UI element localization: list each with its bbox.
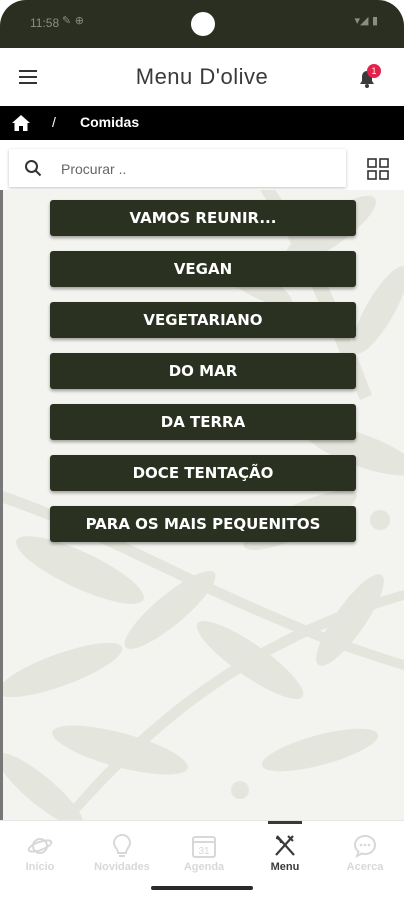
category-button-do-mar[interactable]: DO MAR bbox=[50, 353, 356, 389]
nav-item-acerca[interactable]: Acerca bbox=[325, 821, 404, 881]
fork-knife-icon bbox=[275, 835, 295, 856]
status-time: 11:58 bbox=[30, 16, 60, 30]
nav-label-novidades: Novidades bbox=[94, 861, 150, 873]
nav-label-inicio: Início bbox=[25, 861, 55, 873]
home-indicator[interactable] bbox=[151, 886, 253, 890]
status-system-icons: ▾◢ ▮ bbox=[354, 14, 378, 27]
nav-item-agenda[interactable]: 31 Agenda bbox=[164, 821, 244, 881]
nav-label-agenda: Agenda bbox=[183, 861, 225, 873]
status-bar: 11:58 ✎ ⊕ ▾◢ ▮ bbox=[0, 0, 404, 48]
app-header: Menu D'olive 1 bbox=[0, 48, 404, 106]
nav-item-novidades[interactable]: Novidades bbox=[82, 821, 162, 881]
home-icon[interactable] bbox=[11, 114, 31, 132]
lightbulb-icon bbox=[112, 833, 132, 857]
search-icon bbox=[25, 160, 42, 177]
nav-item-inicio[interactable]: Início bbox=[0, 821, 80, 881]
camera-cutout bbox=[191, 12, 215, 36]
notification-badge: 1 bbox=[367, 64, 381, 78]
left-scroll-edge bbox=[0, 190, 3, 820]
category-button-vegetariano[interactable]: VEGETARIANO bbox=[50, 302, 356, 338]
chat-icon bbox=[353, 834, 377, 858]
breadcrumb-separator: / bbox=[52, 114, 56, 130]
category-button-vamos-reunir[interactable]: VAMOS REUNIR... bbox=[50, 200, 356, 236]
calendar-icon: 31 bbox=[192, 836, 216, 858]
search-input[interactable] bbox=[59, 155, 333, 183]
nav-label-acerca: Acerca bbox=[346, 861, 384, 873]
breadcrumb: / Comidas bbox=[0, 106, 404, 140]
category-button-da-terra[interactable]: DA TERRA bbox=[50, 404, 356, 440]
status-notification-icons: ✎ ⊕ bbox=[62, 14, 84, 27]
breadcrumb-current: Comidas bbox=[80, 114, 140, 130]
category-list: VAMOS REUNIR... VEGAN VEGETARIANO DO MAR… bbox=[50, 200, 356, 557]
category-button-doce-tentacao[interactable]: DOCE TENTAÇÃO bbox=[50, 455, 356, 491]
page-title: Menu D'olive bbox=[135, 64, 269, 89]
nav-label-menu: Menu bbox=[270, 861, 300, 873]
category-button-para-os-mais-pequenitos[interactable]: PARA OS MAIS PEQUENITOS bbox=[50, 506, 356, 542]
nav-item-menu[interactable]: Menu bbox=[245, 821, 325, 881]
calendar-day: 31 bbox=[198, 846, 210, 857]
category-content: VAMOS REUNIR... VEGAN VEGETARIANO DO MAR… bbox=[0, 190, 404, 820]
search-box bbox=[9, 149, 346, 187]
category-button-vegan[interactable]: VEGAN bbox=[50, 251, 356, 287]
grid-view-icon[interactable] bbox=[367, 158, 389, 180]
planet-icon bbox=[27, 838, 53, 854]
